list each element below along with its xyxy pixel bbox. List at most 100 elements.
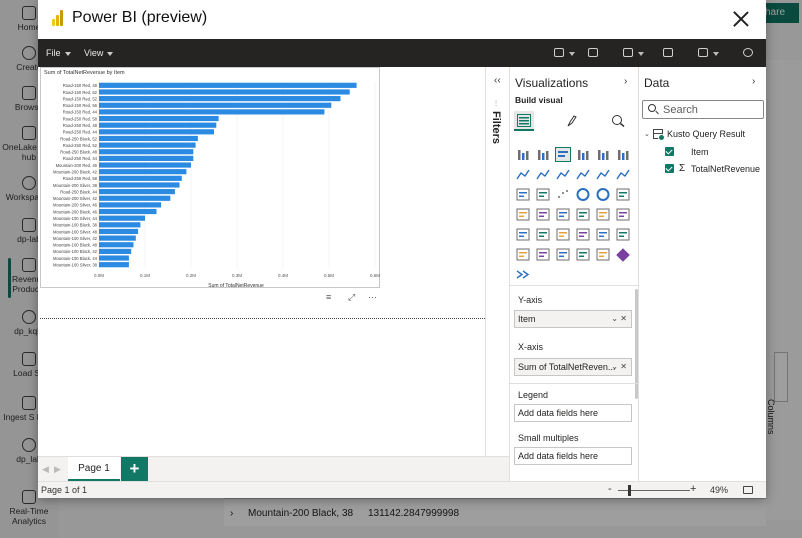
prev-page-icon[interactable]: ◀ [42, 464, 49, 475]
metrics-icon[interactable] [575, 247, 591, 262]
bar[interactable] [99, 189, 175, 195]
donut-chart-icon[interactable] [595, 187, 611, 202]
100-stacked-bar-icon[interactable] [595, 147, 611, 162]
bar[interactable] [99, 169, 187, 175]
bar[interactable] [99, 109, 325, 115]
next-page-icon[interactable]: ▶ [54, 464, 61, 475]
bar[interactable] [99, 149, 194, 155]
bar[interactable] [99, 175, 182, 181]
bar[interactable] [99, 129, 214, 135]
chevron-down-icon[interactable] [713, 52, 719, 56]
bar[interactable] [99, 115, 219, 122]
bar[interactable] [99, 182, 180, 188]
bar[interactable] [99, 155, 194, 161]
button-icon[interactable] [588, 48, 598, 57]
bar[interactable] [99, 255, 129, 261]
filters-pane-collapsed[interactable]: ‹‹ ⫶ Filters [485, 67, 509, 456]
funnel-chart-icon[interactable] [535, 187, 551, 202]
decomposition-tree-icon[interactable] [595, 227, 611, 242]
legend-field-well[interactable]: Add data fields here [514, 404, 632, 422]
custom-visual-icon[interactable] [615, 247, 631, 262]
y-axis-field-well[interactable]: Item ⌄ ✕ [514, 310, 632, 328]
multi-row-card-icon[interactable] [615, 207, 631, 222]
bar[interactable] [99, 248, 132, 254]
item-checkbox[interactable] [665, 147, 674, 156]
bar[interactable] [99, 195, 171, 201]
refresh-icon[interactable] [743, 48, 753, 57]
100-stacked-column-icon[interactable] [615, 147, 631, 162]
page-tab[interactable]: Page 1 [68, 457, 120, 481]
small-multiples-field-well[interactable]: Add data fields here [514, 447, 632, 465]
bar[interactable] [99, 96, 341, 102]
bar[interactable] [99, 89, 350, 95]
fit-to-page-icon[interactable] [743, 486, 753, 494]
bar[interactable] [99, 222, 141, 228]
zoom-out-button[interactable]: - [608, 483, 612, 495]
area-chart-icon[interactable] [535, 167, 551, 182]
stacked-area-icon[interactable] [555, 167, 571, 182]
line-clustered-icon[interactable] [595, 167, 611, 182]
bar[interactable] [99, 228, 139, 235]
bar[interactable] [99, 262, 129, 268]
chevron-down-icon[interactable] [638, 52, 644, 56]
line-column-icon[interactable] [575, 167, 591, 182]
zoom-slider-thumb[interactable] [628, 485, 631, 496]
ribbon-chart-icon[interactable] [615, 167, 631, 182]
view-menu[interactable]: View [84, 48, 114, 58]
qa-icon[interactable] [555, 247, 571, 262]
clustered-column-chart-icon[interactable] [575, 147, 591, 162]
format-visual-tab[interactable] [562, 111, 582, 131]
bar[interactable] [99, 242, 134, 248]
search-input[interactable]: Search [642, 100, 764, 119]
chevron-down-icon[interactable] [569, 52, 575, 56]
line-chart-icon[interactable] [515, 167, 531, 182]
waterfall-chart-icon[interactable] [515, 187, 531, 202]
bar[interactable] [99, 82, 357, 88]
more-options-icon[interactable]: ··· [368, 292, 377, 302]
field-item[interactable]: Item [691, 147, 709, 157]
shapes-icon[interactable] [623, 48, 633, 57]
stacked-bar-chart-icon[interactable] [515, 147, 531, 162]
paginated-report-icon[interactable] [535, 247, 551, 262]
bar[interactable] [99, 102, 332, 108]
clustered-bar-chart-icon[interactable] [555, 147, 571, 162]
map-icon[interactable] [515, 207, 531, 222]
table-icon[interactable] [555, 227, 571, 242]
bar[interactable] [99, 202, 162, 208]
analytics-tab[interactable] [608, 111, 628, 131]
x-axis-field-well[interactable]: Sum of TotalNetReven... ⌄ ✕ [514, 358, 632, 376]
remove-field-icon[interactable]: ✕ [620, 311, 627, 327]
chevron-right-icon[interactable]: › [624, 76, 627, 87]
slicer-icon[interactable] [535, 227, 551, 242]
table-name[interactable]: Kusto Query Result [667, 129, 745, 139]
filter-icon[interactable]: ≡ [326, 292, 331, 302]
build-visual-tab[interactable] [514, 111, 534, 131]
zoom-in-button[interactable]: + [690, 483, 696, 495]
field-totalnetrevenue[interactable]: TotalNetRevenue [691, 164, 760, 174]
matrix-icon[interactable] [575, 227, 591, 242]
smart-narrative-icon[interactable] [515, 247, 531, 262]
present-icon[interactable] [698, 48, 708, 57]
bar-chart-visual[interactable]: Sum of TotalNetRevenue by Item Sum of To… [40, 67, 380, 289]
totalnetrevenue-checkbox[interactable] [665, 164, 674, 173]
remove-field-icon[interactable]: ✕ [620, 359, 627, 375]
copy-icon[interactable] [663, 48, 673, 57]
bar[interactable] [99, 215, 145, 221]
bar[interactable] [99, 135, 198, 142]
power-apps-icon[interactable] [595, 247, 611, 262]
file-menu[interactable]: File [46, 48, 71, 58]
more-visuals-icon[interactable] [515, 267, 531, 282]
azure-map-icon[interactable] [555, 207, 571, 222]
pie-chart-icon[interactable] [575, 187, 591, 202]
bar[interactable] [99, 162, 191, 168]
report-canvas[interactable]: Sum of TotalNetRevenue by Item Sum of To… [38, 67, 509, 456]
bar[interactable] [99, 208, 157, 215]
chevron-right-icon[interactable]: › [752, 76, 755, 87]
stacked-column-chart-icon[interactable] [535, 147, 551, 162]
bar[interactable] [99, 142, 196, 148]
textbox-icon[interactable] [554, 48, 564, 57]
key-influencers-icon[interactable] [615, 227, 631, 242]
bar[interactable] [99, 235, 136, 241]
add-page-button[interactable]: + [121, 457, 148, 481]
close-icon[interactable] [732, 10, 750, 28]
